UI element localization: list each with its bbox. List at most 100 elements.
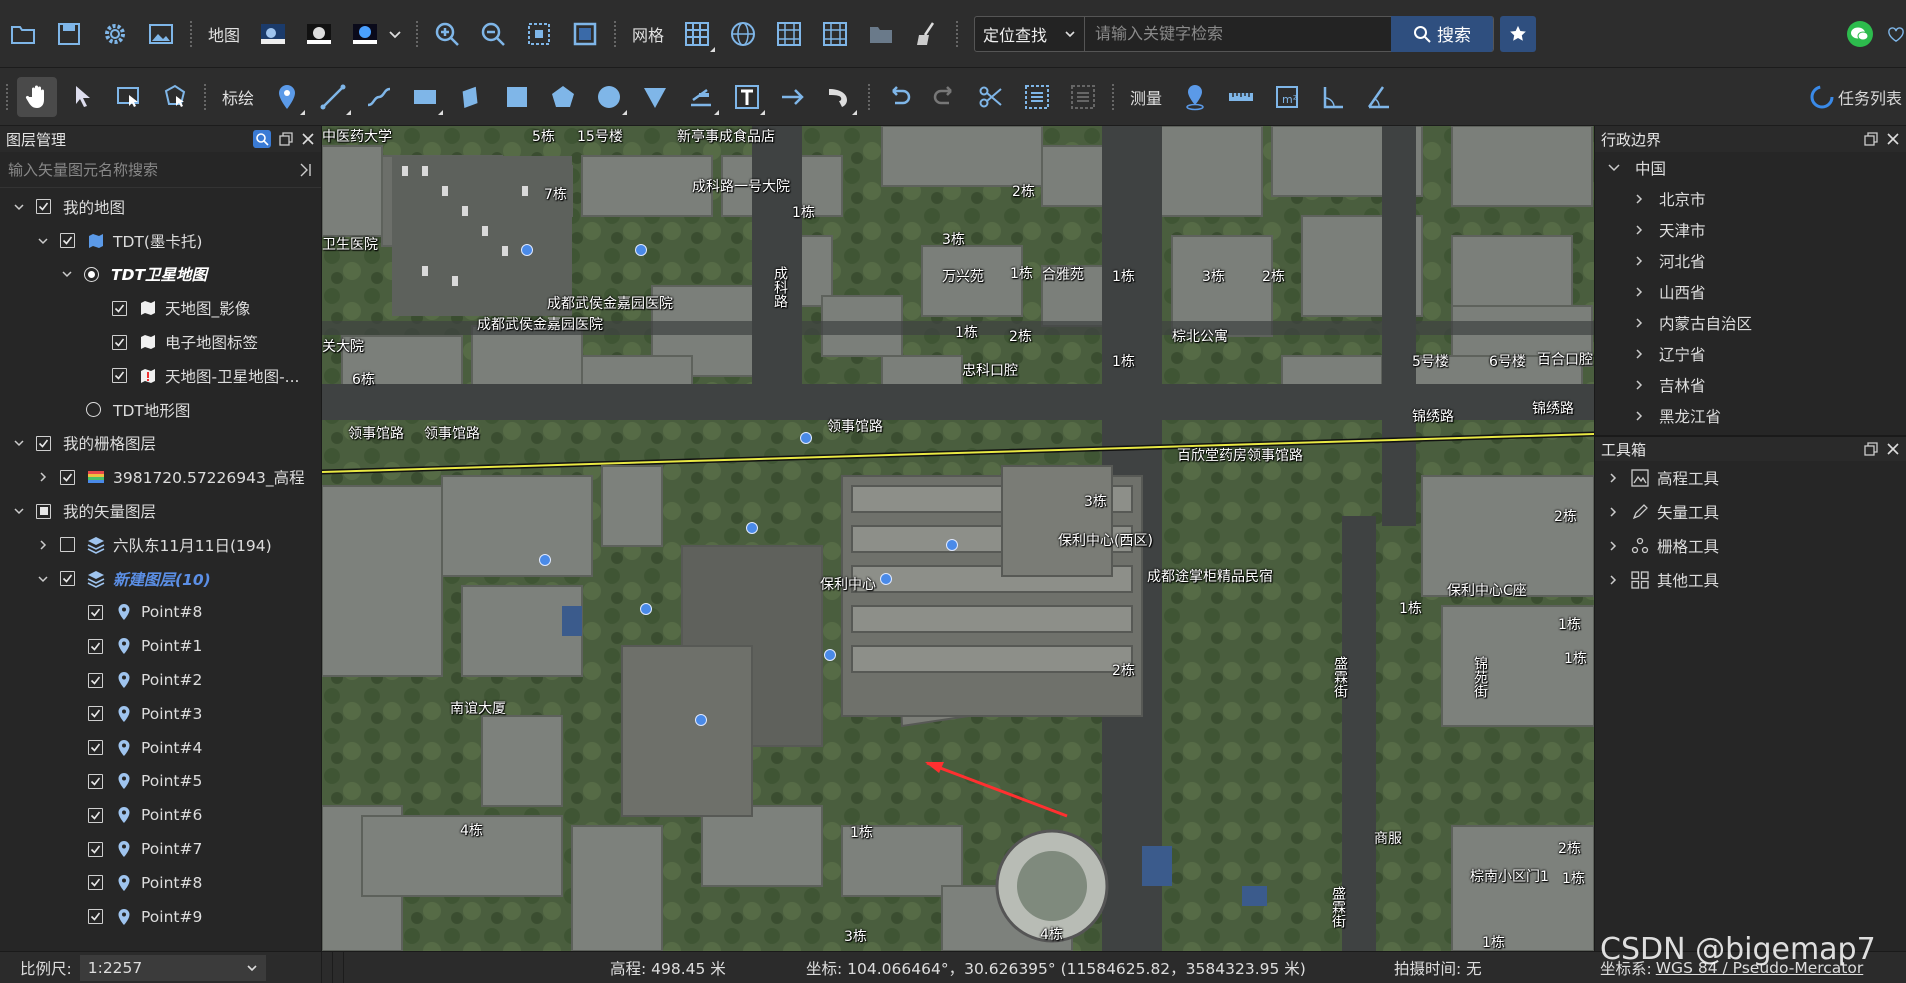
layer-checkbox[interactable] [112,368,127,384]
chevron-down-icon[interactable] [12,436,26,450]
layer-checkbox[interactable] [88,604,103,620]
layer-checkbox[interactable] [112,300,127,316]
layer-tree-item[interactable]: 天地图-卫星地图-... [0,359,321,393]
draw-text-underline-button[interactable] [681,77,721,117]
layer-tree-item[interactable]: 六队东11月11日(194) [0,528,321,562]
province-item[interactable]: 黑龙江省 [1595,400,1906,431]
layer-checkbox[interactable] [36,435,51,451]
layer-checkbox[interactable] [60,537,75,553]
layer-tree-item[interactable]: 3981720.57226943_高程 [0,460,321,494]
close-icon[interactable] [301,132,315,146]
close-icon[interactable] [1886,442,1900,456]
layer-tree-item[interactable]: Point#1 [0,629,321,663]
chevron-down-icon[interactable] [12,200,26,214]
vector-point-marker[interactable] [695,714,707,726]
vector-point-marker[interactable] [539,554,551,566]
open-folder-button[interactable] [3,14,43,54]
wechat-button[interactable] [1840,14,1880,54]
draw-polygon-button[interactable] [543,77,583,117]
measure-azimuth-button[interactable] [1359,77,1399,117]
layer-checkbox[interactable] [36,503,51,519]
province-item[interactable]: 山西省 [1595,276,1906,307]
collapse-panel-icon[interactable] [297,162,313,178]
layer-tree-item[interactable]: 天地图_影像 [0,291,321,325]
layer-tree-item[interactable]: 我的栅格图层 [0,427,321,461]
vector-point-marker[interactable] [635,244,647,256]
close-icon[interactable] [1886,132,1900,146]
redo-button[interactable] [925,77,965,117]
layer-filter-input[interactable] [8,160,297,179]
search-icon[interactable] [253,130,271,148]
province-item[interactable]: 辽宁省 [1595,338,1906,369]
vip-button[interactable] [1886,14,1906,54]
measure-distance-button[interactable] [1221,77,1261,117]
search-button[interactable]: 搜索 [1391,15,1494,52]
task-list-button[interactable]: 任务列表 [1810,85,1906,109]
toolbox-item[interactable]: 高程工具 [1595,461,1906,495]
search-mode-select[interactable]: 定位查找 [975,16,1086,51]
grid-folder-button[interactable] [861,14,901,54]
image-button[interactable] [141,14,181,54]
deselect-button[interactable] [1063,77,1103,117]
km-grid-button[interactable] [769,14,809,54]
layer-tree-item[interactable]: Point#4 [0,731,321,765]
layer-tree-item[interactable]: Point#8 [0,866,321,900]
fullscreen-button[interactable] [565,14,605,54]
rect-select-button[interactable] [109,77,149,117]
chevron-right-icon[interactable] [36,470,50,484]
draw-line-button[interactable] [313,77,353,117]
layer-checkbox[interactable] [36,199,51,215]
lnglat-grid-button[interactable] [723,14,763,54]
restore-icon[interactable] [1864,132,1878,146]
restore-icon[interactable] [1864,442,1878,456]
province-item[interactable]: 吉林省 [1595,369,1906,400]
draw-curve-button[interactable] [359,77,399,117]
vector-point-marker[interactable] [521,244,533,256]
layer-checkbox[interactable] [88,672,103,688]
layer-checkbox[interactable] [60,469,75,485]
layer-checkbox[interactable] [88,807,103,823]
layer-radio[interactable] [84,266,99,282]
search-input[interactable] [1085,16,1392,51]
select-all-button[interactable] [1017,77,1057,117]
draw-parallelogram-button[interactable] [451,77,491,117]
restore-icon[interactable] [279,132,293,146]
undo-button[interactable] [879,77,919,117]
layer-tree-item[interactable]: Point#6 [0,798,321,832]
layer-tree-item[interactable]: 电子地图标签 [0,325,321,359]
layer-tree-item[interactable]: Point#9 [0,900,321,934]
province-item[interactable]: 河北省 [1595,245,1906,276]
draw-arrow-button[interactable] [773,77,813,117]
toolbox-item[interactable]: 矢量工具 [1595,495,1906,529]
layer-tree-item[interactable]: 新建图层(10) [0,562,321,596]
draw-curved-arrow-button[interactable] [819,77,859,117]
chevron-down-icon[interactable] [60,267,74,281]
zoom-extent-button[interactable] [519,14,559,54]
map-canvas[interactable]: 中医药大学 5栋 15号楼 新亭事成食品店 7栋 成科路一号大院 1栋 2栋 卫生医院 3栋 1栋合… [322,126,1594,951]
vector-point-marker[interactable] [640,603,652,615]
vector-point-marker[interactable] [800,432,812,444]
layer-tree-item[interactable]: Point#3 [0,697,321,731]
draw-square-button[interactable] [497,77,537,117]
measure-angle-button[interactable] [1313,77,1353,117]
draw-label-button[interactable] [727,77,767,117]
layer-checkbox[interactable] [88,706,103,722]
chevron-down-icon[interactable] [36,234,50,248]
vector-point-marker[interactable] [946,539,958,551]
settings-button[interactable] [95,14,135,54]
vector-point-marker[interactable] [746,522,758,534]
draw-sector-button[interactable] [635,77,675,117]
layer-checkbox[interactable] [60,233,75,249]
layer-checkbox[interactable] [88,909,103,925]
province-item[interactable]: 北京市 [1595,183,1906,214]
clear-button[interactable] [907,14,947,54]
nm-grid-button[interactable] [815,14,855,54]
zoom-in-button[interactable] [427,14,467,54]
layer-tree-item[interactable]: Point#2 [0,663,321,697]
vector-point-marker[interactable] [880,573,892,585]
pan-tool-button[interactable] [17,76,57,117]
layer-checkbox[interactable] [60,571,75,587]
polygon-select-button[interactable] [155,77,195,117]
satellite-map-button[interactable] [253,14,293,54]
night-map-button[interactable] [299,14,339,54]
